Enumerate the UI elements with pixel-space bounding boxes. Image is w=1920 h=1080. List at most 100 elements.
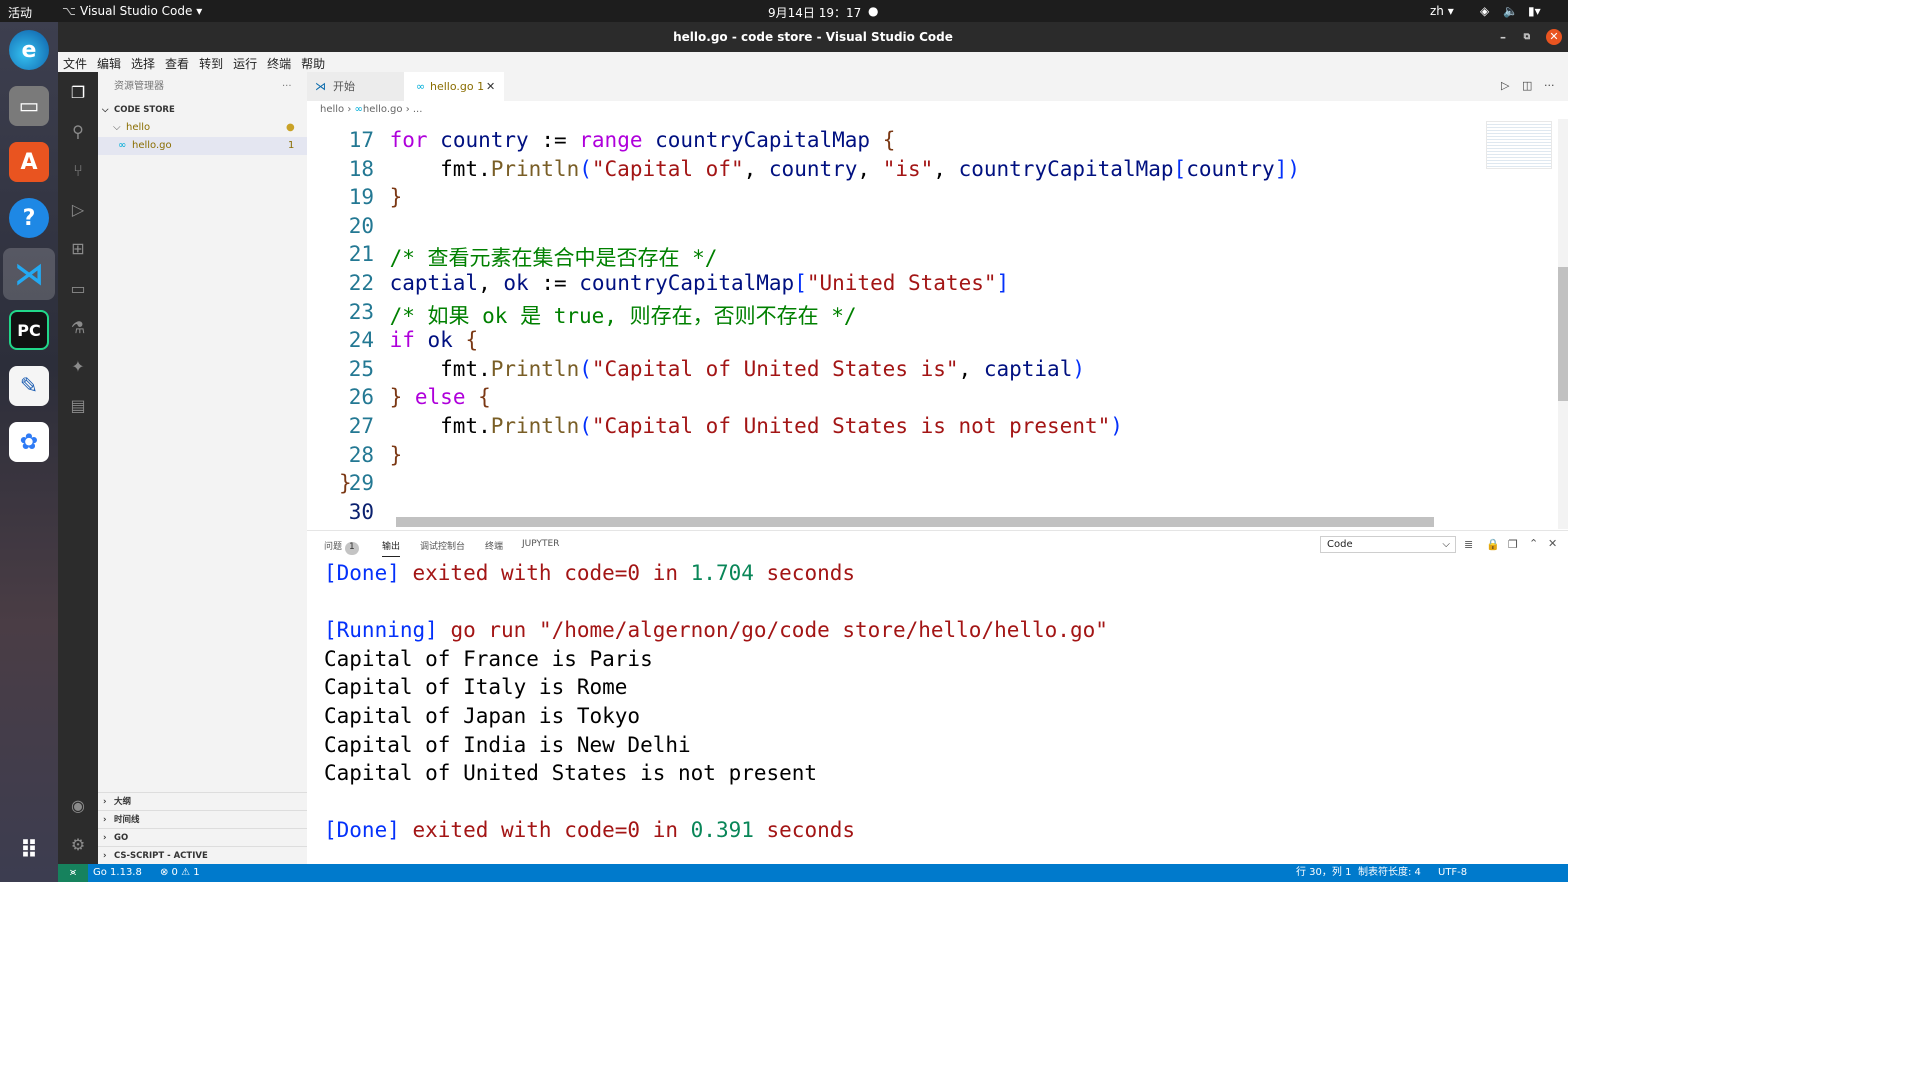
text-editor-icon[interactable]: ✎ bbox=[9, 366, 49, 406]
clear-output-icon[interactable]: ≣ bbox=[1464, 538, 1473, 551]
run-file-icon[interactable]: ▷ bbox=[1501, 79, 1509, 92]
app-menu[interactable]: Visual Studio Code ▾ bbox=[80, 4, 202, 18]
code-line[interactable]: fmt.Println("Capital of United States is… bbox=[339, 414, 1123, 438]
open-editor-icon[interactable]: ❐ bbox=[1508, 538, 1518, 551]
activities-button[interactable]: 活动 bbox=[8, 4, 32, 21]
chevron-right-icon: › bbox=[103, 797, 107, 807]
minimap[interactable] bbox=[1480, 119, 1558, 529]
output-channel-value: Code bbox=[1327, 539, 1353, 550]
folder-label: hello bbox=[126, 122, 151, 133]
close-window-icon[interactable]: ✕ bbox=[1546, 29, 1562, 45]
code-line[interactable]: } else { bbox=[339, 385, 491, 409]
maximize-panel-icon[interactable]: ⌃ bbox=[1529, 537, 1538, 550]
vertical-scrollbar[interactable] bbox=[1558, 119, 1568, 529]
notification-dot-icon: ● bbox=[868, 4, 879, 18]
source-control-icon[interactable]: ⑂ bbox=[66, 158, 90, 182]
close-tab-icon[interactable]: ✕ bbox=[486, 72, 495, 101]
restore-icon[interactable]: ⧉ bbox=[1524, 22, 1530, 52]
editor-more-icon[interactable]: ··· bbox=[1544, 79, 1555, 92]
tab-hello-go[interactable]: ∞ hello.go 1 ✕ bbox=[404, 72, 504, 101]
close-panel-icon[interactable]: ✕ bbox=[1548, 537, 1557, 550]
lock-scroll-icon[interactable]: 🔒 bbox=[1486, 538, 1500, 551]
language-indicator[interactable]: zh ▾ bbox=[1430, 4, 1454, 18]
code-line[interactable]: } bbox=[339, 185, 403, 209]
go-file-icon: ∞ bbox=[416, 80, 426, 93]
encoding[interactable]: UTF-8 bbox=[1438, 864, 1467, 882]
code-line[interactable]: captial, ok := countryCapitalMap["United… bbox=[339, 271, 1010, 295]
settings-gear-icon[interactable]: ⚙ bbox=[66, 832, 90, 856]
code-line[interactable]: fmt.Println("Capital of", country, "is",… bbox=[339, 157, 1300, 181]
window-title-bar: hello.go - code store - Visual Studio Co… bbox=[58, 22, 1568, 52]
go-section[interactable]: › GO bbox=[98, 828, 307, 846]
volume-icon[interactable]: 🔈 bbox=[1503, 4, 1518, 18]
run-debug-icon[interactable]: ▷ bbox=[66, 197, 90, 221]
battery-icon[interactable]: ▮▾ bbox=[1528, 4, 1541, 18]
software-store-icon[interactable]: A bbox=[9, 142, 49, 182]
code-line[interactable]: } bbox=[339, 443, 403, 467]
remote-indicator-icon[interactable]: ⪤ bbox=[58, 864, 88, 882]
minimap-slider[interactable] bbox=[1486, 121, 1552, 169]
chevron-right-icon: › bbox=[103, 833, 107, 843]
indentation[interactable]: 制表符长度: 4 bbox=[1358, 864, 1421, 882]
testing-icon[interactable]: ⚗ bbox=[66, 315, 90, 339]
file-hello-go[interactable]: ∞ hello.go 1 bbox=[98, 137, 307, 155]
edge-browser-icon[interactable]: e bbox=[9, 30, 49, 70]
code-line[interactable]: for country := range countryCapitalMap { bbox=[339, 128, 896, 152]
cursor-position[interactable]: 行 30，列 1 bbox=[1296, 864, 1351, 882]
output-line: [Running] go run "/home/algernon/go/code… bbox=[324, 618, 1108, 643]
docker-icon[interactable]: ▤ bbox=[66, 393, 90, 417]
more-actions-icon[interactable]: ··· bbox=[282, 78, 302, 96]
tab-debug-console[interactable]: 调试控制台 bbox=[420, 539, 465, 552]
breadcrumb-symbols[interactable]: ... bbox=[413, 104, 423, 115]
remote-explorer-icon[interactable]: ▭ bbox=[66, 276, 90, 300]
help-icon[interactable]: ? bbox=[9, 198, 49, 238]
output-line: Capital of Italy is Rome bbox=[324, 675, 628, 700]
tab-jupyter[interactable]: JUPYTER bbox=[522, 539, 559, 549]
cs-script-section[interactable]: › CS-SCRIPT - ACTIVE bbox=[98, 846, 307, 864]
search-icon[interactable]: ⚲ bbox=[66, 119, 90, 143]
files-icon[interactable]: ▭ bbox=[9, 86, 49, 126]
tab-welcome[interactable]: ⋊ 开始 bbox=[307, 72, 404, 101]
vscode-icon[interactable]: ⋊ bbox=[9, 254, 49, 294]
horizontal-scrollbar[interactable] bbox=[396, 517, 1434, 527]
vscode-app-icon: ⌥ bbox=[62, 4, 76, 18]
go-version[interactable]: Go 1.13.8 bbox=[93, 864, 142, 882]
output-line: [Done] exited with code=0 in 0.391 secon… bbox=[324, 818, 856, 843]
output-channel-select[interactable]: Code ⌵ bbox=[1320, 536, 1456, 553]
timeline-label: 时间线 bbox=[114, 815, 140, 825]
tab-problems[interactable]: 问题 1 bbox=[324, 539, 359, 555]
baidu-netdisk-icon[interactable]: ✿ bbox=[9, 422, 49, 462]
code-editor[interactable]: 17 for country := range countryCapitalMa… bbox=[307, 119, 1480, 529]
editor-tab-bar: ⋊ 开始 ∞ hello.go 1 ✕ ▷ ◫ ··· bbox=[307, 72, 1568, 101]
code-line[interactable]: /* 如果 ok 是 true, 则存在，否则不存在 */ bbox=[339, 300, 857, 330]
code-line[interactable]: fmt.Println("Capital of United States is… bbox=[339, 357, 1085, 381]
workspace-root-label: CODE STORE bbox=[114, 105, 175, 115]
problems-status[interactable]: ⊗ 0 ⚠ 1 bbox=[160, 864, 200, 882]
python-icon[interactable]: ✦ bbox=[66, 354, 90, 378]
output-panel[interactable]: [Done] exited with code=0 in 1.704 secon… bbox=[307, 557, 1568, 864]
tab-terminal[interactable]: 终端 bbox=[485, 539, 503, 552]
timeline-section[interactable]: › 时间线 bbox=[98, 810, 307, 828]
vertical-scroll-thumb[interactable] bbox=[1558, 267, 1568, 401]
outline-section[interactable]: › 大纲 bbox=[98, 792, 307, 810]
output-line: [Done] exited with code=0 in 1.704 secon… bbox=[324, 561, 856, 585]
extensions-icon[interactable]: ⊞ bbox=[66, 236, 90, 260]
minimize-icon[interactable]: – bbox=[1500, 22, 1506, 52]
explorer-icon[interactable]: ❐ bbox=[66, 80, 90, 104]
code-line[interactable]: } bbox=[339, 471, 352, 495]
tab-output[interactable]: 输出 bbox=[382, 539, 401, 557]
folder-hello[interactable]: ⌵ hello ● bbox=[98, 119, 307, 137]
breadcrumb-folder[interactable]: hello bbox=[320, 104, 344, 115]
pycharm-icon[interactable]: PC bbox=[9, 310, 49, 350]
split-editor-icon[interactable]: ◫ bbox=[1522, 79, 1532, 92]
breadcrumb-file[interactable]: hello.go bbox=[363, 104, 403, 115]
accounts-icon[interactable]: ◉ bbox=[66, 793, 90, 817]
code-line[interactable]: /* 查看元素在集合中是否存在 */ bbox=[339, 242, 718, 272]
show-apps-icon[interactable]: ⠿ bbox=[9, 830, 49, 870]
workspace-root[interactable]: ⌵ CODE STORE bbox=[98, 101, 307, 119]
cs-script-label: CS-SCRIPT - ACTIVE bbox=[114, 851, 208, 861]
wifi-icon[interactable]: ◈ bbox=[1480, 4, 1489, 18]
code-line[interactable]: if ok { bbox=[339, 328, 479, 352]
clock[interactable]: 9月14日 19：17 bbox=[768, 4, 861, 21]
explorer-title: 资源管理器 bbox=[114, 81, 164, 92]
